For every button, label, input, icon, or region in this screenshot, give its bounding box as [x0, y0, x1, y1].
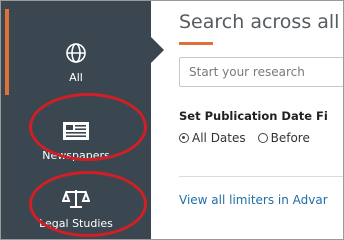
title-underline [179, 42, 213, 45]
sidebar-item-legal-studies[interactable]: Legal Studies [1, 167, 151, 239]
globe-icon [61, 39, 91, 67]
newspaper-icon [61, 117, 91, 145]
date-options: All Dates Before [179, 131, 322, 145]
search-input[interactable] [180, 58, 343, 86]
scales-icon [61, 185, 91, 213]
search-box [179, 57, 343, 87]
publication-date-heading: Set Publication Date Fi [179, 109, 328, 123]
radio-label: Before [270, 131, 310, 145]
app-window: All Newspapers Legal Studies Search acro… [0, 0, 344, 240]
advanced-search-link[interactable]: View all limiters in Advar [179, 193, 328, 207]
page-title: Search across all [179, 11, 340, 33]
active-pointer [151, 37, 164, 63]
divider [179, 176, 343, 177]
radio-label: All Dates [192, 131, 246, 145]
sidebar-item-label: All [69, 70, 83, 84]
radio-button[interactable] [179, 133, 189, 143]
sidebar-item-label: Legal Studies [39, 216, 113, 230]
sidebar: All Newspapers Legal Studies [1, 1, 151, 239]
main-panel: Search across all Set Publication Date F… [165, 1, 343, 239]
radio-button[interactable] [257, 133, 268, 143]
sidebar-item-all[interactable]: All [1, 21, 151, 101]
radio-before[interactable]: Before [257, 131, 310, 145]
sidebar-item-label: Newspapers [42, 148, 110, 162]
radio-all-dates[interactable]: All Dates [179, 131, 246, 145]
